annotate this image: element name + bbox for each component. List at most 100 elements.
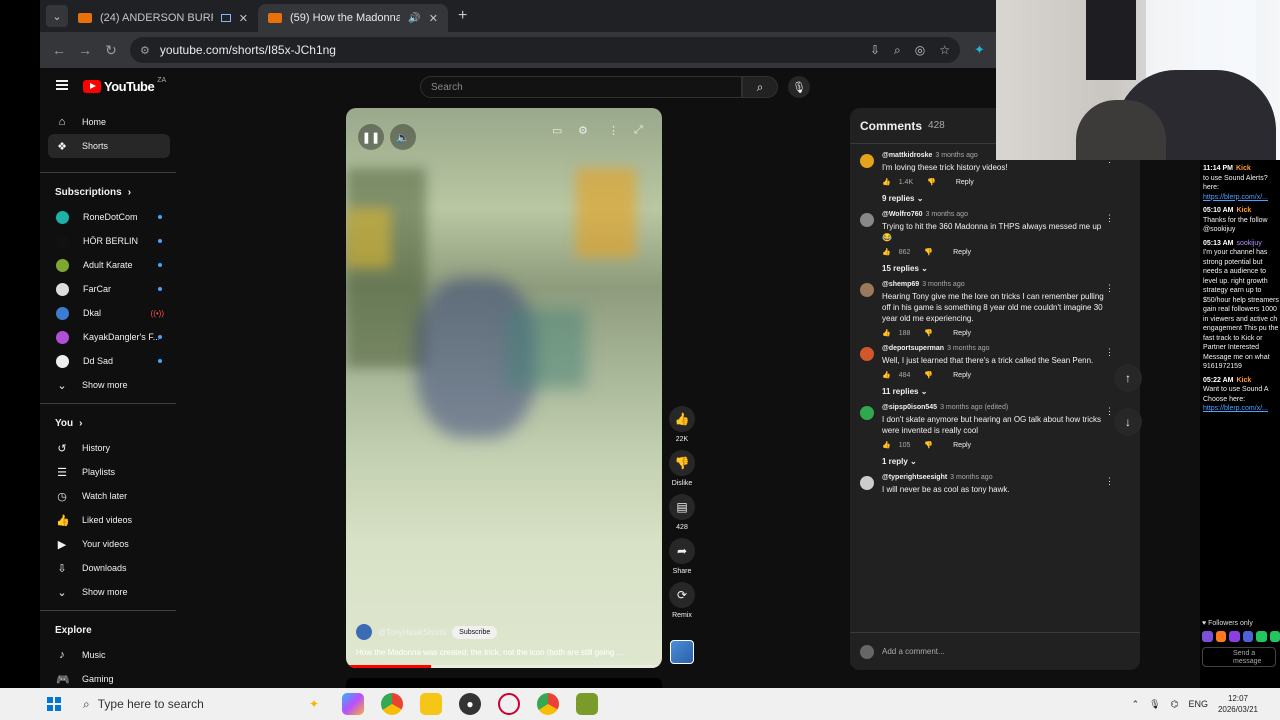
you-heading[interactable]: You ›	[40, 410, 178, 436]
sidebar-item-shorts[interactable]: ❖ Shorts	[48, 134, 170, 158]
browser-tab-inactive[interactable]: (24) ANDERSON BURRUS vs ✕	[68, 4, 258, 32]
sidebar-item-your-videos[interactable]: ▶ Your videos	[40, 532, 178, 556]
browser-tab-active[interactable]: (59) How the Madonna was 🔊 ✕	[258, 4, 448, 32]
channel-name[interactable]: @TonyHawkShorts	[378, 628, 446, 637]
extension-icon[interactable]: ✦	[974, 42, 985, 58]
chat-username[interactable]: Kick	[1236, 207, 1251, 214]
chat-username[interactable]: Kick	[1236, 165, 1251, 172]
emote-icon[interactable]	[1202, 631, 1213, 642]
windows-start-icon[interactable]	[47, 697, 61, 711]
minecraft-icon[interactable]	[576, 693, 598, 715]
pause-icon[interactable]: ❚❚	[358, 124, 384, 150]
more-vertical-icon[interactable]: ⋮	[1105, 406, 1114, 417]
sidebar-item-subscription[interactable]: HÖR BERLIN	[40, 229, 178, 253]
sidebar-item-music[interactable]: ♪ Music	[40, 643, 178, 667]
obs-icon[interactable]: ●	[459, 693, 481, 715]
file-explorer-icon[interactable]	[420, 693, 442, 715]
chrome-profile-icon[interactable]	[537, 693, 559, 715]
sidebar-item-subscription[interactable]: RoneDotCom	[40, 205, 178, 229]
site-info-icon[interactable]: ⚙	[140, 44, 150, 57]
network-icon[interactable]: ⌬	[1171, 699, 1179, 710]
search-input[interactable]: Search	[420, 76, 742, 98]
comment-author[interactable]: @shemp69	[882, 281, 919, 288]
reload-icon[interactable]: ↻	[98, 42, 124, 59]
more-vertical-icon[interactable]: ⋮	[608, 124, 619, 137]
share-icon[interactable]: ➦	[669, 538, 695, 564]
sidebar-item-downloads[interactable]: ⇩ Downloads	[40, 556, 178, 580]
close-tab-icon[interactable]: ✕	[239, 12, 248, 25]
app-icon[interactable]	[498, 693, 520, 715]
captions-icon[interactable]: ▭	[552, 124, 562, 137]
chat-link[interactable]: https://blerp.com/x/...	[1203, 404, 1280, 414]
volume-icon[interactable]: 🔈	[390, 124, 416, 150]
show-more-subscriptions[interactable]: ⌄ Show more	[40, 373, 178, 397]
language-indicator[interactable]: ENG	[1188, 699, 1208, 709]
eye-off-icon[interactable]: ◎	[915, 43, 925, 57]
reply-button[interactable]: Reply	[953, 442, 971, 449]
taskbar-search-placeholder[interactable]: Type here to search	[98, 697, 204, 711]
chat-username[interactable]: Kick	[1236, 377, 1251, 384]
menu-icon[interactable]	[56, 80, 68, 90]
share-action[interactable]: ➦ Share	[666, 538, 698, 575]
sidebar-item-playlists[interactable]: ☰ Playlists	[40, 460, 178, 484]
sparkle-icon[interactable]: ✦	[303, 693, 325, 715]
reply-button[interactable]: Reply	[956, 179, 974, 186]
video-progress-bar[interactable]	[346, 665, 662, 668]
view-replies-button[interactable]: 15 replies ⌄	[882, 264, 1104, 273]
send-message-input[interactable]: Send a message	[1202, 647, 1276, 667]
sidebar-item-subscription[interactable]: KayakDangler's F...	[40, 325, 178, 349]
arrow-down-icon[interactable]: ↓	[1114, 408, 1142, 436]
sound-thumbnail[interactable]	[670, 640, 694, 664]
copilot-icon[interactable]	[342, 693, 364, 715]
view-replies-button[interactable]: 11 replies ⌄	[882, 387, 1104, 396]
address-bar[interactable]: ⚙ youtube.com/shorts/I85x-JCh1ng ⇩ ⌕ ◎ ☆	[130, 37, 960, 63]
audio-playing-icon[interactable]: 🔊	[408, 13, 420, 24]
comment-author[interactable]: @deportsuperman	[882, 345, 944, 352]
show-more-you[interactable]: ⌄ Show more	[40, 580, 178, 604]
bookmark-star-icon[interactable]: ☆	[939, 43, 950, 57]
new-tab-button[interactable]: +	[458, 7, 467, 25]
emote-icon[interactable]	[1215, 631, 1226, 642]
commenter-avatar[interactable]	[860, 406, 874, 420]
thumbs-down-icon[interactable]: 👎	[927, 178, 936, 186]
thumbs-down-icon[interactable]: 👎	[924, 248, 933, 256]
like-action[interactable]: 👍 22K	[666, 406, 698, 443]
forward-arrow-icon[interactable]: →	[72, 42, 98, 58]
microphone-icon[interactable]: 🎙	[1149, 699, 1160, 710]
add-comment-bar[interactable]: Add a comment...	[850, 632, 1140, 670]
close-tab-icon[interactable]: ✕	[429, 12, 438, 25]
remix-action[interactable]: ⟳ Remix	[666, 582, 698, 619]
install-app-icon[interactable]: ⇩	[870, 43, 880, 57]
commenter-avatar[interactable]	[860, 213, 874, 227]
emote-icon[interactable]	[1256, 631, 1267, 642]
sidebar-item-subscription[interactable]: Dd Sad	[40, 349, 178, 373]
commenter-avatar[interactable]	[860, 476, 874, 490]
settings-icon[interactable]: ⚙	[578, 124, 588, 137]
fullscreen-icon[interactable]: ⤢	[634, 124, 643, 137]
chevron-up-icon[interactable]: ⌃	[1132, 699, 1140, 710]
comments-action[interactable]: ▤ 428	[666, 494, 698, 531]
view-replies-button[interactable]: 9 replies ⌄	[882, 194, 1104, 203]
clock[interactable]: 12:07 2026/03/21	[1218, 693, 1258, 715]
thumbs-up-icon[interactable]: 👍	[669, 406, 695, 432]
shorts-video-player[interactable]: ❚❚ 🔈 ▭ ⚙ ⋮ ⤢ @TonyHawkShorts Subscribe H…	[346, 108, 662, 668]
comment-icon[interactable]: ▤	[669, 494, 695, 520]
taskbar-search[interactable]: ⌕ Type here to search	[83, 697, 303, 712]
thumbs-down-icon[interactable]: 👎	[924, 371, 933, 379]
chat-link[interactable]: https://blerp.com/x/...	[1203, 193, 1280, 203]
dislike-action[interactable]: 👎 Dislike	[666, 450, 698, 487]
view-replies-button[interactable]: 1 reply ⌄	[882, 457, 1104, 466]
arrow-up-icon[interactable]: ↑	[1114, 364, 1142, 392]
sidebar-item-subscription[interactable]: FarCar	[40, 277, 178, 301]
chat-username[interactable]: sookijuy	[1236, 240, 1261, 247]
thumbs-down-icon[interactable]: 👎	[669, 450, 695, 476]
channel-avatar[interactable]	[356, 624, 372, 640]
subscribe-button[interactable]: Subscribe	[452, 625, 498, 639]
thumbs-up-icon[interactable]: 👍	[882, 441, 891, 449]
emote-icon[interactable]	[1269, 631, 1280, 642]
comments-list[interactable]: @mattkidroske 3 months ago I'm loving thes…	[850, 144, 1140, 630]
comment-author[interactable]: @Wolfro760	[882, 211, 923, 218]
thumbs-down-icon[interactable]: 👎	[924, 329, 933, 337]
search-icon[interactable]: ⌕	[742, 76, 778, 98]
more-vertical-icon[interactable]: ⋮	[1105, 213, 1114, 224]
